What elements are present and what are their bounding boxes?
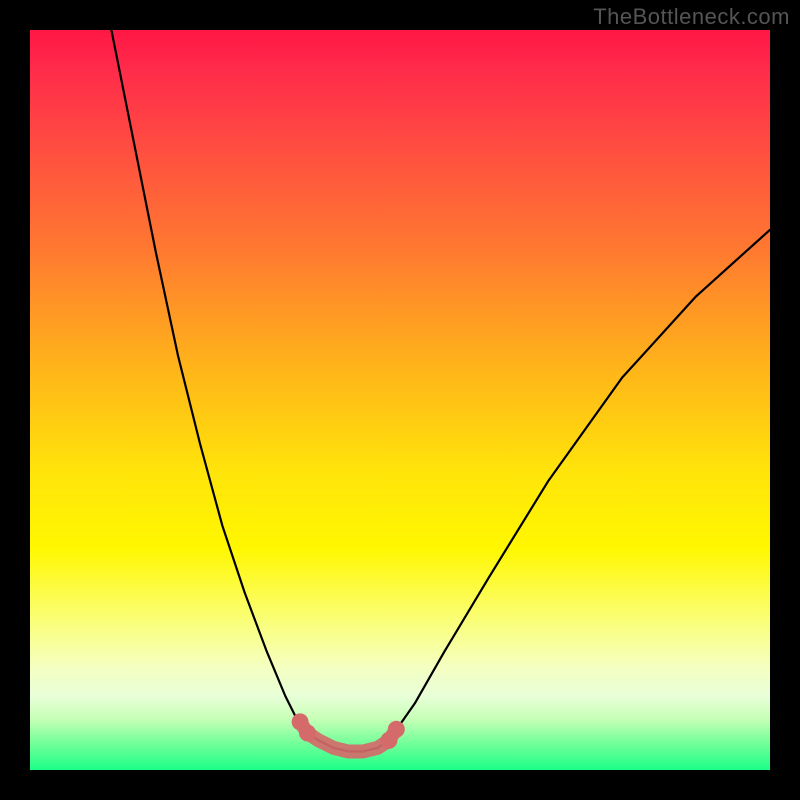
highlight-point (299, 725, 316, 742)
plot-area (30, 30, 770, 770)
highlight-point (388, 721, 405, 738)
chart-frame: TheBottleneck.com (0, 0, 800, 800)
watermark-text: TheBottleneck.com (593, 4, 790, 30)
gradient-background (30, 30, 770, 770)
bottleneck-chart (30, 30, 770, 770)
